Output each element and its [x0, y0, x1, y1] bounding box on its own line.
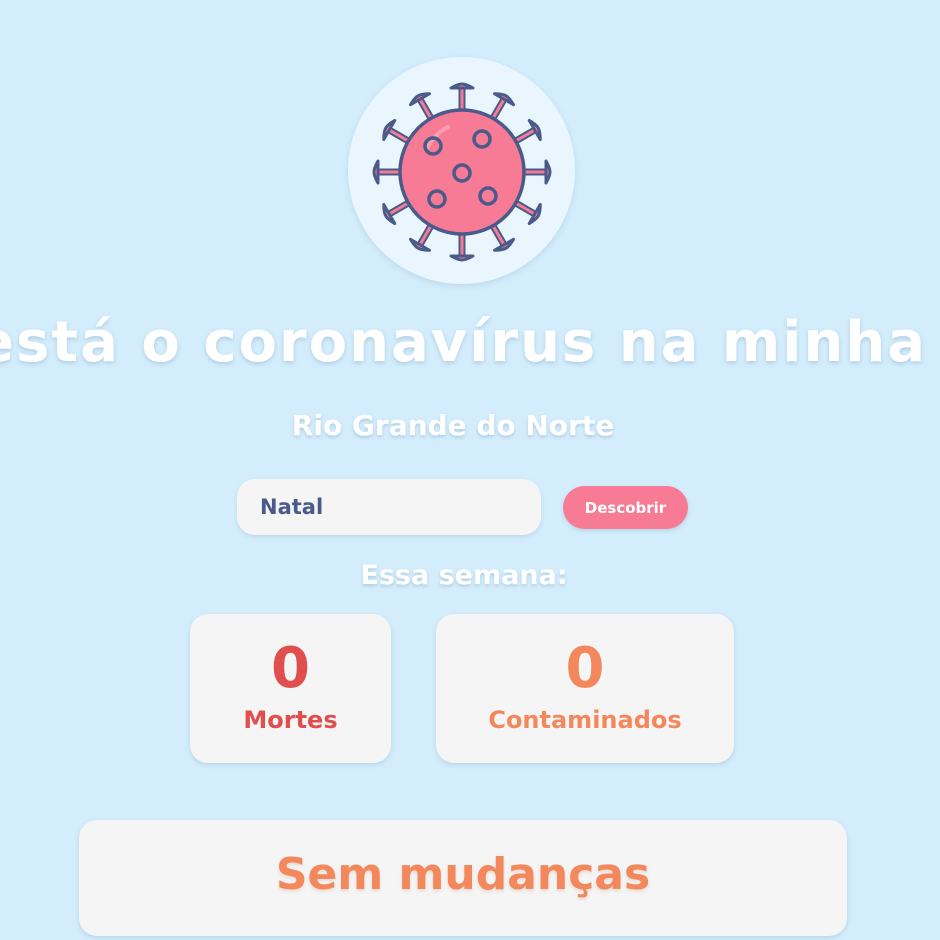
city-search-input[interactable]	[237, 479, 541, 535]
week-label: Essa semana:	[360, 560, 568, 591]
logo-badge	[348, 57, 575, 284]
virus-spike-cap	[372, 159, 380, 185]
cases-card: 0 Contaminados	[436, 614, 734, 763]
page: está o coronavírus na minha ci Rio Grand…	[0, 0, 940, 940]
headline-text: está o coronavírus na minha ci	[0, 310, 940, 375]
virus-spike-cap	[449, 82, 475, 90]
status-text: Sem mudanças	[275, 849, 651, 900]
cases-label: Contaminados	[488, 706, 682, 734]
cases-count: 0	[565, 636, 605, 701]
discover-button[interactable]: Descobrir	[563, 486, 688, 529]
page-headline: está o coronavírus na minha ci	[0, 303, 940, 383]
deaths-label: Mortes	[243, 706, 338, 734]
status-card: Sem mudanças	[79, 820, 847, 936]
state-name: Rio Grande do Norte	[291, 409, 615, 442]
virus-spike-cap	[449, 254, 475, 262]
virus-icon	[372, 82, 552, 262]
virus-spike-cap	[544, 159, 552, 185]
deaths-card: 0 Mortes	[190, 614, 391, 763]
deaths-count: 0	[271, 636, 310, 701]
